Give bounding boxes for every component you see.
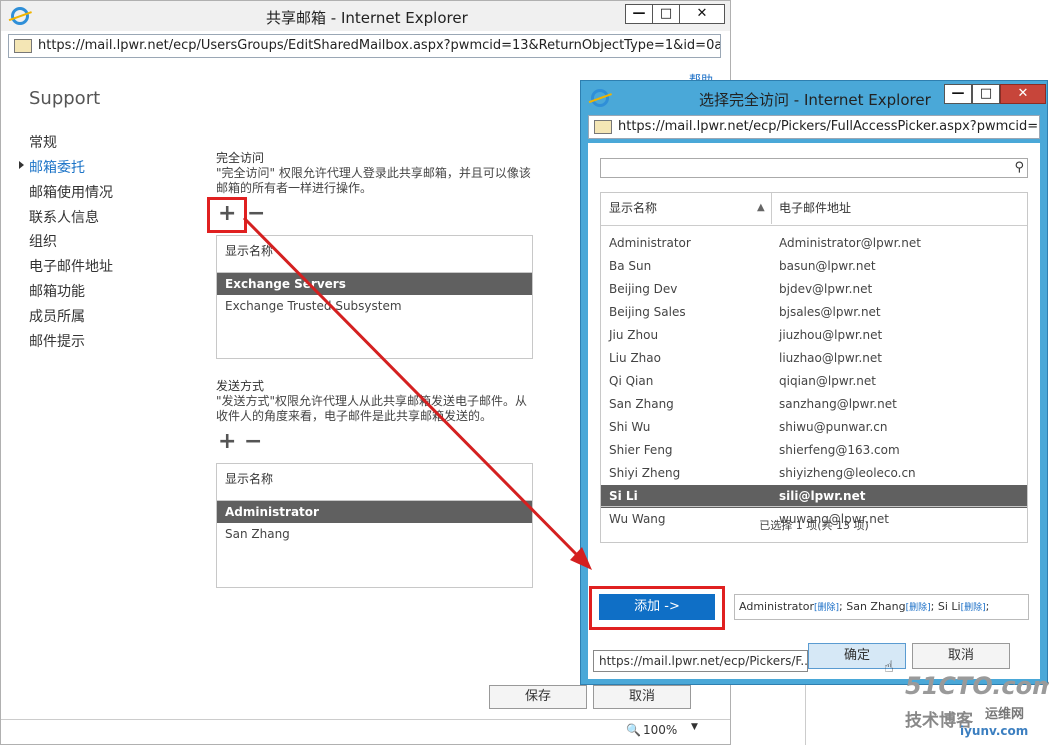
watermark-51cto: 51CTO.com	[905, 672, 1049, 700]
watermark-yunwei: 运维网	[985, 707, 1025, 722]
arrow-line	[242, 216, 582, 560]
watermark-iyunv: iyunv.com	[960, 724, 1029, 738]
annotation-arrow	[242, 216, 592, 570]
